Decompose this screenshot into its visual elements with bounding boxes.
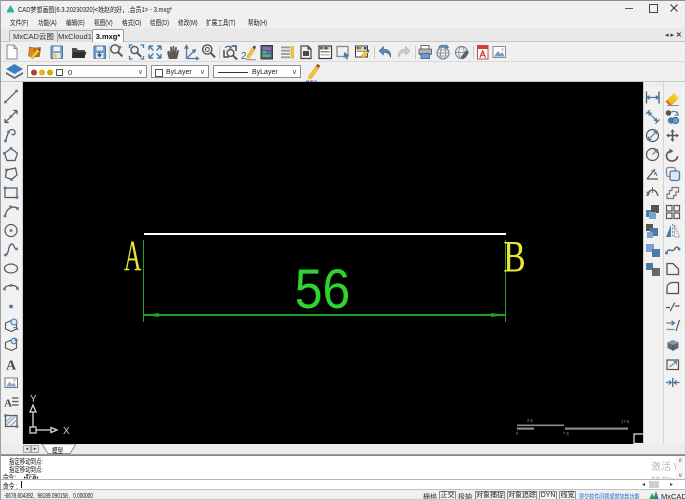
svg-text:Y: Y <box>30 394 37 405</box>
svg-text:A: A <box>4 398 12 410</box>
svg-text:7.5: 7.5 <box>563 431 569 436</box>
svg-text:X: X <box>63 426 70 435</box>
svg-text:A: A <box>6 359 17 374</box>
svg-text:2: 2 <box>241 51 247 62</box>
svg-text:17.5: 17.5 <box>621 419 630 424</box>
svg-text:0: 0 <box>516 431 519 436</box>
svg-text:2.5: 2.5 <box>527 418 533 423</box>
